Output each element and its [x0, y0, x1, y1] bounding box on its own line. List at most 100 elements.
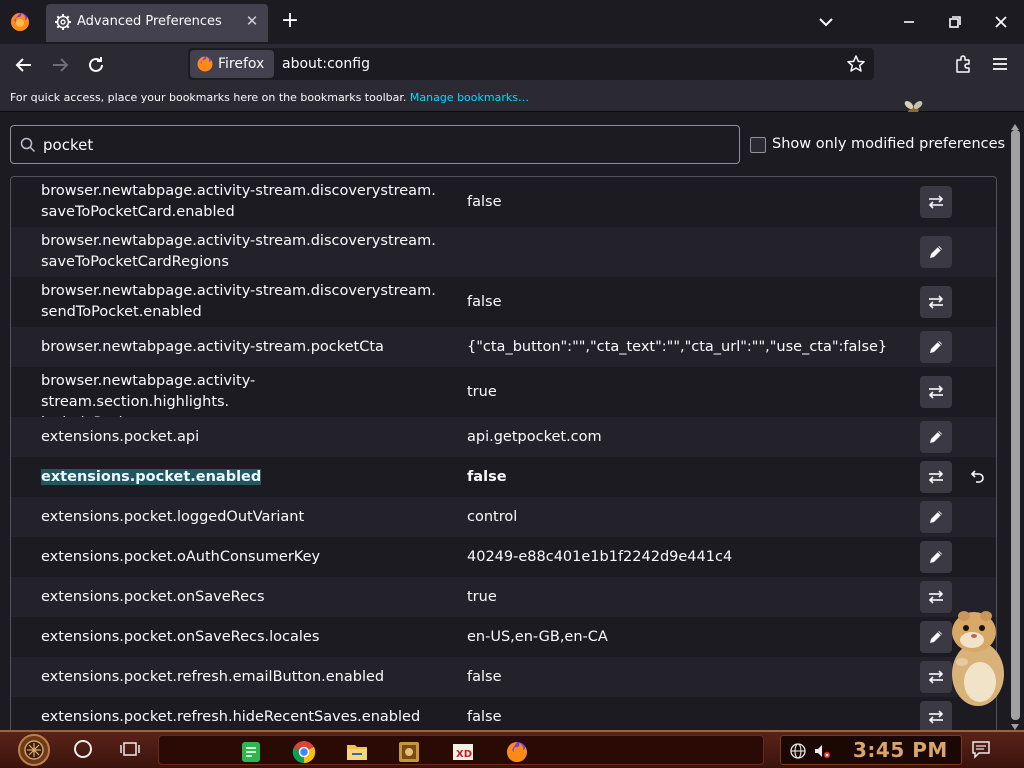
preference-value: 40249-e88c401e1b1f2242d9e441c4 [467, 548, 733, 565]
taskbar: XD 3:45 PM [0, 730, 1024, 768]
preference-row[interactable]: extensions.pocket.refresh.emailButton.en… [11, 657, 996, 697]
minimize-icon[interactable] [886, 8, 932, 36]
preference-name: extensions.pocket.onSaveRecs.locales [41, 627, 441, 648]
identity-box[interactable]: Firefox [190, 50, 274, 78]
toggle-button[interactable] [920, 461, 952, 493]
toggle-button[interactable] [920, 376, 952, 408]
restore-icon[interactable] [932, 8, 978, 36]
preference-row[interactable]: extensions.pocket.enabled false [11, 457, 996, 497]
address-bar[interactable]: Firefox about:config [188, 48, 874, 80]
reset-undo-icon[interactable] [966, 467, 986, 487]
preference-row[interactable]: browser.newtabpage.activity-stream.disco… [11, 227, 996, 277]
start-button-icon[interactable] [14, 733, 54, 767]
edit-button[interactable] [920, 501, 952, 533]
toggle-button[interactable] [920, 186, 952, 218]
scroll-up-arrow-icon[interactable] [1010, 116, 1020, 130]
preference-row[interactable]: browser.newtabpage.activity-stream.disco… [11, 277, 996, 327]
tab-advanced-preferences[interactable]: Advanced Preferences ✕ [46, 4, 268, 42]
close-tab-icon[interactable]: ✕ [242, 11, 262, 31]
hamster-sticker-image [942, 604, 1008, 708]
firefox-icon[interactable] [505, 740, 529, 764]
preference-name: browser.newtabpage.activity-stream.disco… [41, 181, 441, 223]
extensions-puzzle-icon[interactable] [954, 54, 974, 74]
firefox-logo-icon [196, 55, 214, 73]
system-tray: 3:45 PM [780, 735, 962, 765]
preference-name: browser.newtabpage.activity-stream.disco… [41, 281, 441, 323]
firefox-view-icon[interactable] [8, 10, 32, 34]
scrollbar-thumb[interactable] [1011, 130, 1020, 720]
preference-row[interactable]: extensions.pocket.loggedOutVariant contro… [11, 497, 996, 537]
edit-button[interactable] [920, 541, 952, 573]
preference-value: false [467, 193, 502, 210]
preference-name-line: extensions.pocket.loggedOutVariant [41, 509, 305, 525]
search-input[interactable] [43, 134, 723, 156]
bookmarks-hint: For quick access, place your bookmarks h… [10, 91, 529, 104]
edit-button[interactable] [920, 421, 952, 453]
pencil-icon [930, 511, 942, 523]
reload-icon[interactable] [84, 53, 108, 77]
preference-row[interactable]: browser.newtabpage.activity-stream.disco… [11, 177, 996, 227]
preference-name-line: browser.newtabpage.activity-stream.disco… [41, 183, 436, 199]
close-window-icon[interactable] [978, 8, 1024, 36]
vertical-scrollbar[interactable] [1006, 112, 1024, 730]
preference-name: extensions.pocket.onSaveRecs [41, 587, 441, 608]
preference-value: control [467, 508, 518, 525]
show-modified-label: Show only modified preferences [772, 136, 1006, 152]
preference-row[interactable]: browser.newtabpage.activity-stream.pocke… [11, 327, 996, 367]
search-icon [19, 136, 37, 154]
preference-value: api.getpocket.com [467, 428, 602, 445]
notifications-icon[interactable] [970, 738, 992, 760]
game-icon[interactable] [397, 740, 421, 764]
edit-button[interactable] [920, 331, 952, 363]
url-text[interactable]: about:config [282, 56, 370, 72]
preference-value: false [467, 668, 502, 685]
xd-app-icon[interactable]: XD [451, 740, 475, 764]
new-tab-button[interactable]: + [278, 9, 302, 33]
bookmarks-toolbar: For quick access, place your bookmarks h… [0, 84, 1024, 112]
toggle-button[interactable] [920, 286, 952, 318]
about-config-page: Show only modified preferences browser.n… [0, 112, 1006, 730]
edit-button[interactable] [920, 236, 952, 268]
svg-text:XD: XD [456, 749, 472, 760]
volume-muted-icon[interactable] [813, 742, 831, 760]
preference-row[interactable]: extensions.pocket.onSaveRecs true [11, 577, 996, 617]
toggle-arrows-icon [928, 195, 944, 209]
preference-row[interactable]: extensions.pocket.oAuthConsumerKey 40249-… [11, 537, 996, 577]
network-globe-icon[interactable] [789, 742, 807, 760]
preference-name-line: extensions.pocket.onSaveRecs.locales [41, 629, 320, 645]
preference-row[interactable]: extensions.pocket.refresh.hideRecentSave… [11, 697, 996, 730]
preference-name-line: extensions.pocket.enabled [41, 469, 262, 485]
notes-app-icon[interactable] [239, 740, 263, 764]
preference-name-line: saveToPocketCardRegions [41, 254, 229, 270]
pinned-apps: XD [158, 735, 764, 765]
preference-name: extensions.pocket.refresh.hideRecentSave… [41, 707, 441, 728]
checkbox[interactable] [750, 137, 766, 153]
forward-arrow-icon[interactable] [48, 53, 72, 77]
hamburger-menu-icon[interactable] [990, 53, 1010, 75]
back-arrow-icon[interactable] [12, 53, 36, 77]
task-view-icon[interactable] [120, 739, 140, 759]
preference-name: browser.newtabpage.activity-stream.pocke… [41, 337, 441, 358]
preference-row[interactable]: browser.newtabpage.activity-stream.secti… [11, 367, 996, 431]
preference-value: false [467, 293, 502, 310]
preference-value: true [467, 588, 497, 605]
scroll-down-arrow-icon[interactable] [1010, 716, 1020, 730]
preference-name-line: browser.newtabpage.activity-stream.disco… [41, 283, 436, 299]
preference-name-line: browser.newtabpage.activity-stream.pocke… [41, 339, 384, 355]
manage-bookmarks-link[interactable]: Manage bookmarks… [410, 91, 529, 104]
chrome-icon[interactable] [292, 740, 316, 764]
preference-row[interactable]: extensions.pocket.onSaveRecs.locales en-U… [11, 617, 996, 657]
file-explorer-icon[interactable] [345, 740, 369, 764]
bookmarks-hint-text: For quick access, place your bookmarks h… [10, 91, 407, 104]
preference-value: false [467, 708, 502, 725]
preference-value: false [467, 468, 507, 485]
bookmark-star-icon[interactable] [846, 54, 866, 74]
preference-row[interactable]: extensions.pocket.api api.getpocket.com [11, 417, 996, 457]
preference-search-box[interactable] [10, 125, 740, 164]
list-all-tabs-chevron-icon[interactable] [814, 10, 838, 34]
tab-title: Advanced Preferences [77, 14, 222, 29]
preference-value: true [467, 383, 497, 400]
search-circle-icon[interactable] [74, 740, 92, 758]
clock[interactable]: 3:45 PM [853, 738, 948, 762]
preference-name-line: saveToPocketCard.enabled [41, 204, 235, 220]
